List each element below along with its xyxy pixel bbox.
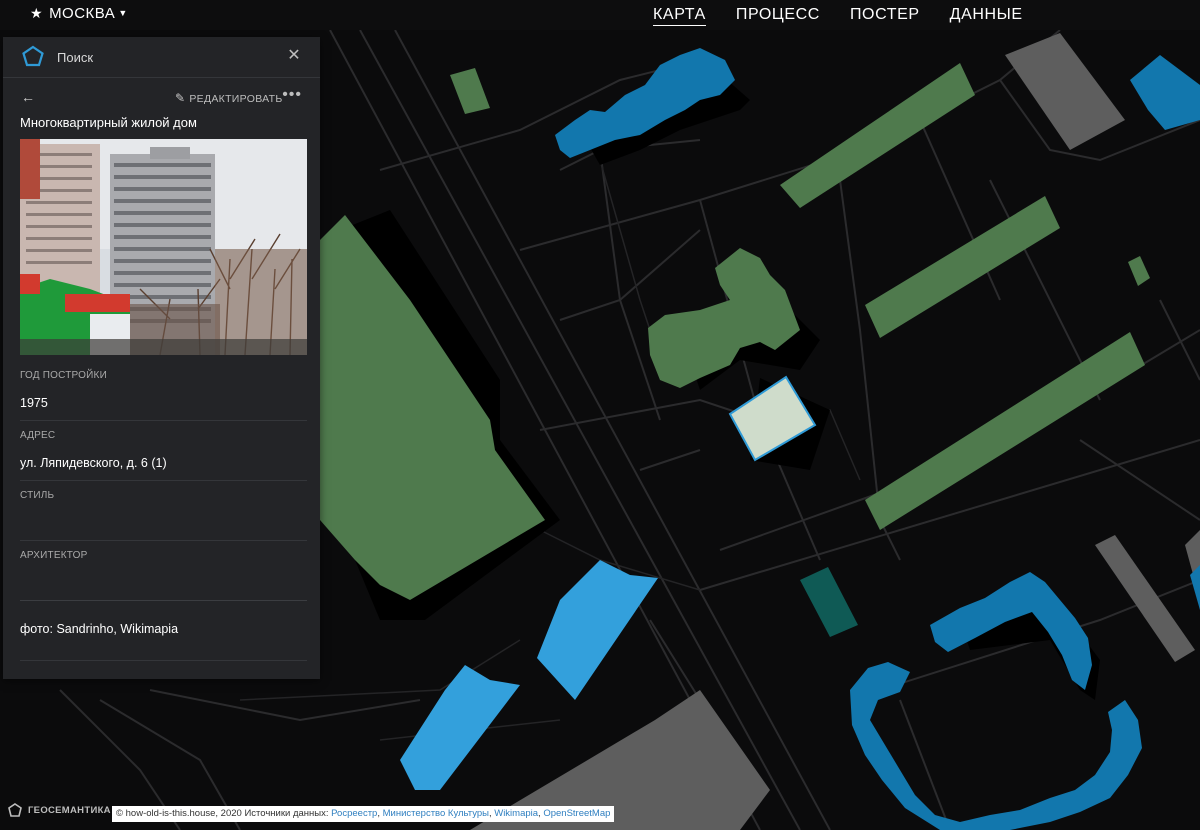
building-photo-image (20, 139, 307, 355)
building-type-title: Многоквартирный жилой дом (20, 115, 197, 130)
building-blue-top-right[interactable] (1130, 55, 1200, 130)
building-teal[interactable] (800, 567, 858, 637)
field-value: ул. Ляпидевского, д. 6 (1) (20, 456, 167, 470)
divider (20, 480, 307, 481)
building-green-bar-3[interactable] (865, 332, 1145, 530)
attribution-text: © how-old-is-this.house, 2020 Источники … (116, 808, 329, 819)
edit-button-label: РЕДАКТИРОВАТЬ (189, 93, 283, 105)
nav-poster[interactable]: ПОСТЕР (850, 5, 920, 26)
source-link-wikimapia[interactable]: Wikimapia (494, 808, 538, 819)
main-nav: КАРТА ПРОЦЕСС ПОСТЕР ДАННЫЕ (653, 5, 1053, 26)
attribution: © how-old-is-this.house, 2020 Источники … (112, 806, 615, 822)
nav-data[interactable]: ДАННЫЕ (950, 5, 1023, 26)
building-blue-l[interactable] (850, 662, 1142, 830)
building-photo[interactable] (20, 139, 307, 355)
source-link-ministry-culture[interactable]: Министерство Культуры (383, 808, 489, 819)
nav-process[interactable]: ПРОЦЕСС (736, 5, 820, 26)
info-panel: Поиск ✕ ← ✎ РЕДАКТИРОВАТЬ ••• Многокварти… (3, 37, 320, 679)
search-input[interactable]: Поиск (57, 50, 93, 65)
city-name: МОСКВА (49, 5, 116, 22)
photo-credit: фото: Sandrinho, Wikimapia (20, 622, 179, 636)
field-label: АРХИТЕКТОР (20, 550, 88, 561)
building-light-blue-1[interactable] (537, 560, 658, 700)
more-options-icon[interactable]: ••• (282, 86, 302, 104)
building-blue-edge-right[interactable] (1190, 565, 1200, 610)
brand-logo[interactable]: ГЕОСЕМАНТИКА (8, 803, 111, 817)
panel-actions: ← ✎ РЕДАКТИРОВАТЬ ••• (3, 78, 320, 116)
search-bar[interactable]: Поиск ✕ (3, 37, 320, 78)
field-label: АДРЕС (20, 430, 56, 441)
building-green-bar-1[interactable] (780, 63, 975, 208)
building-light-blue-2[interactable] (400, 665, 520, 790)
brand-logo-icon (8, 803, 22, 817)
star-icon: ★ (30, 5, 44, 21)
close-icon[interactable]: ✕ (286, 47, 302, 65)
nav-map[interactable]: КАРТА (653, 5, 706, 26)
caret-down-icon: ▼ (118, 8, 128, 18)
building-gray-bar-right[interactable] (1095, 535, 1195, 662)
geosemantica-logo-icon (22, 45, 44, 67)
pencil-icon: ✎ (175, 91, 186, 105)
field-value: 1975 (20, 396, 48, 410)
building-small-green-top[interactable] (450, 68, 490, 114)
divider (20, 420, 307, 421)
field-label: СТИЛЬ (20, 490, 55, 501)
building-gray-top-right[interactable] (1005, 33, 1125, 150)
field-label: ГОД ПОСТРОЙКИ (20, 370, 107, 381)
city-selector[interactable]: ★ МОСКВА ▼ (30, 5, 128, 22)
brand-name: ГЕОСЕМАНТИКА (28, 804, 111, 816)
field-address: АДРЕС ул. Ляпидевского, д. 6 (1) (20, 430, 307, 470)
source-link-openstreetmap[interactable]: OpenStreetMap (543, 808, 610, 819)
divider (20, 600, 307, 601)
field-architect: АРХИТЕКТОР (20, 550, 307, 576)
building-green-h[interactable] (648, 248, 800, 388)
edit-button[interactable]: ✎ РЕДАКТИРОВАТЬ (175, 91, 283, 105)
top-bar: ★ МОСКВА ▼ КАРТА ПРОЦЕСС ПОСТЕР ДАННЫЕ (0, 0, 1200, 30)
back-arrow-icon[interactable]: ← (21, 89, 35, 105)
divider (20, 660, 307, 661)
field-style: СТИЛЬ (20, 490, 307, 516)
building-small-green-right[interactable] (1128, 256, 1150, 286)
field-construction-year: ГОД ПОСТРОЙКИ 1975 (20, 370, 307, 410)
divider (20, 540, 307, 541)
source-link-rosreestr[interactable]: Росреестр (331, 808, 377, 819)
